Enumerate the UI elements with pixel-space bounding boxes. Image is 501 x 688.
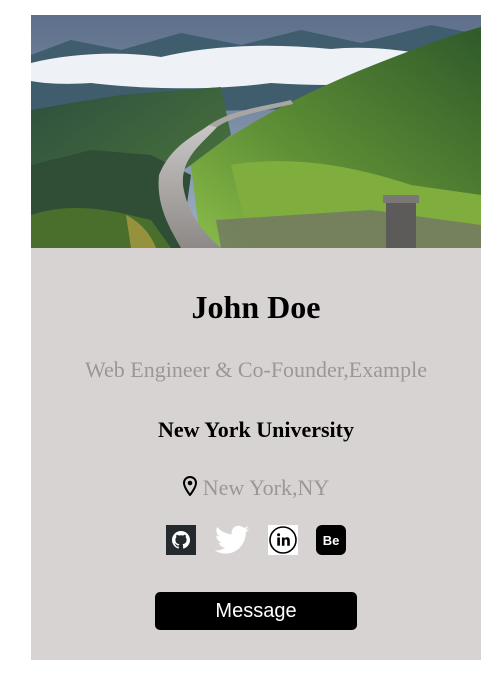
social-links: Be xyxy=(31,525,481,557)
profile-location: New York,NY xyxy=(31,474,481,503)
behance-icon: Be xyxy=(316,525,346,555)
github-icon xyxy=(166,525,196,555)
behance-link[interactable]: Be xyxy=(316,525,346,555)
profile-title: Web Engineer & Co-Founder,Example xyxy=(85,357,427,382)
profile-school: New York University xyxy=(158,417,354,442)
location-pin-icon xyxy=(182,475,197,503)
profile-location-text: New York,NY xyxy=(202,475,330,500)
linkedin-icon xyxy=(268,525,298,555)
profile-name: John Doe xyxy=(191,289,321,325)
github-link[interactable] xyxy=(166,525,196,555)
svg-text:Be: Be xyxy=(323,533,340,548)
profile-cover-image xyxy=(31,15,481,248)
twitter-link[interactable] xyxy=(214,525,250,555)
profile-card: John Doe Web Engineer & Co-Founder,Examp… xyxy=(31,15,481,660)
message-button[interactable]: Message xyxy=(155,592,357,630)
twitter-icon xyxy=(214,525,249,554)
linkedin-link[interactable] xyxy=(268,525,298,555)
